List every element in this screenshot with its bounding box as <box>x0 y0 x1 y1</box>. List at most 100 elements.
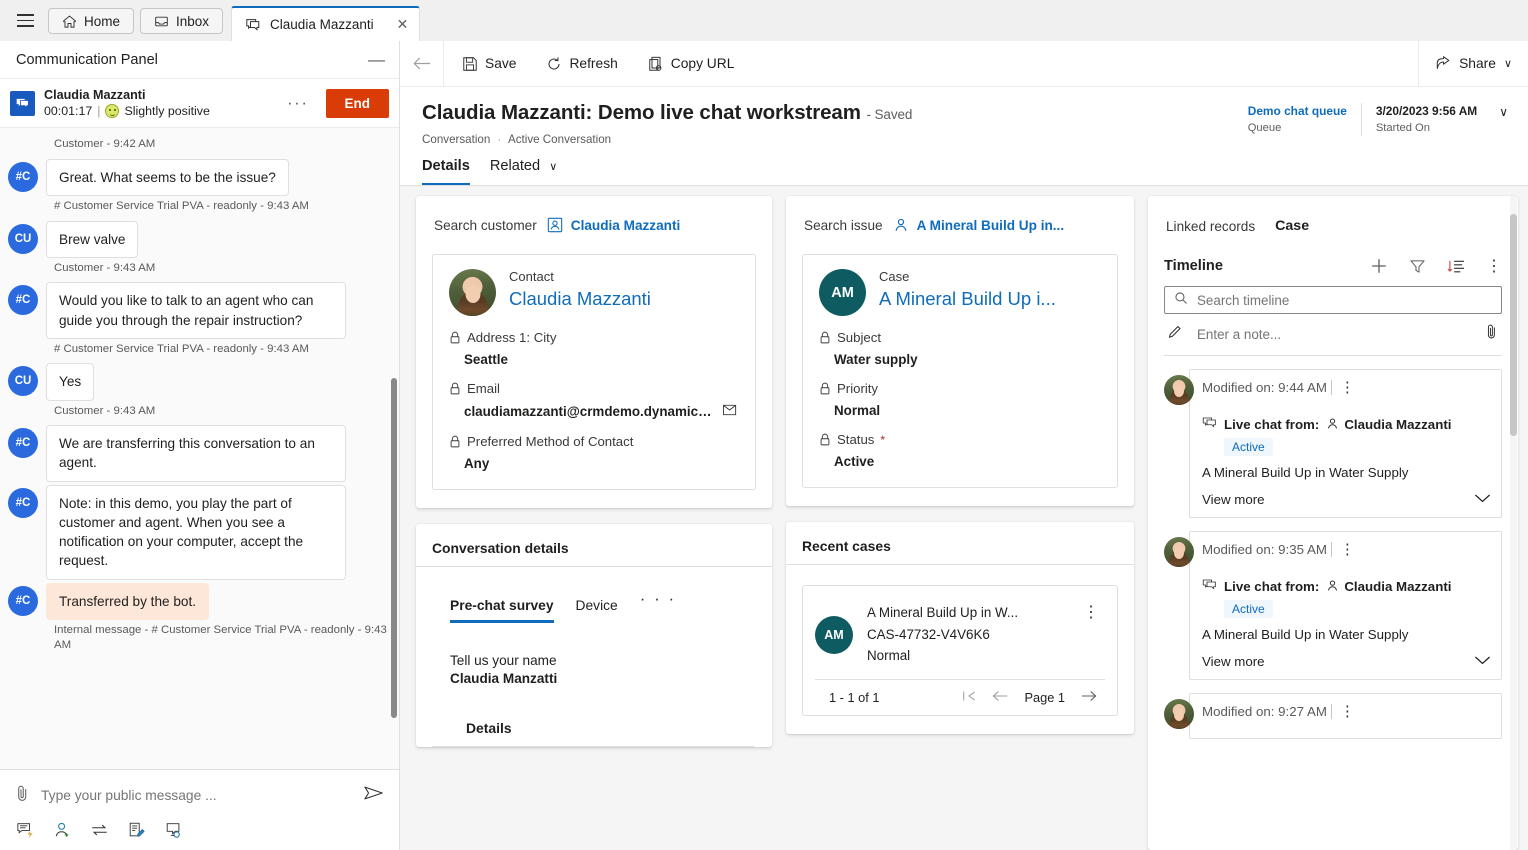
record-header-fields: Demo chat queue Queue 3/20/2023 9:56 AM … <box>1234 101 1528 146</box>
message-input[interactable] <box>41 788 353 803</box>
field-value-preferred-contact: Any <box>449 456 739 471</box>
quick-reply-icon[interactable] <box>16 821 35 839</box>
avatar: #C <box>8 487 38 518</box>
timeline-item-more-icon[interactable]: ⋮ <box>1332 540 1363 558</box>
hamburger-menu-icon[interactable] <box>8 0 42 41</box>
recent-cases-pager: 1 - 1 of 1 Page 1 <box>815 679 1105 705</box>
conversation-more-icon[interactable]: ··· <box>279 93 316 113</box>
composer-row <box>0 770 399 821</box>
timeline-item[interactable]: Modified on: 9:27 AM ⋮ <box>1164 693 1502 739</box>
timeline-item[interactable]: Modified on: 9:35 AM ⋮ Live chat from: Clau… <box>1164 531 1502 680</box>
message-bubble: Great. What seems to be the issue? <box>46 158 289 197</box>
tab-device[interactable]: Device <box>576 598 618 623</box>
breadcrumb: Conversation · Active Conversation <box>422 133 1234 146</box>
consult-icon[interactable] <box>164 821 183 839</box>
tab-pre-chat-survey[interactable]: Pre-chat survey <box>450 598 554 623</box>
enter-note-input[interactable] <box>1197 327 1471 342</box>
copy-url-button[interactable]: Copy URL <box>636 50 747 78</box>
paperclip-icon[interactable] <box>1484 323 1499 346</box>
list-item[interactable]: AM A Mineral Build Up in W... CAS-47732-… <box>815 602 1105 667</box>
tab-inbox[interactable]: Inbox <box>140 8 224 34</box>
linked-records-value[interactable]: Case <box>1275 218 1309 234</box>
timeline-item-contact[interactable]: Claudia Mazzanti <box>1326 417 1451 433</box>
timeline-search[interactable] <box>1164 286 1502 314</box>
linked-records-row: Linked records Case <box>1148 196 1518 234</box>
timeline-item-source-label: Live chat from: <box>1224 579 1320 594</box>
sort-icon[interactable] <box>1447 258 1465 275</box>
lock-icon <box>819 382 831 395</box>
page-label: Page 1 <box>1024 690 1065 706</box>
prev-page-icon[interactable] <box>992 690 1008 705</box>
message-bubble: Yes <box>46 363 95 401</box>
paperclip-icon[interactable] <box>14 784 31 808</box>
chat-message: #C Great. What seems to be the issue? <box>8 158 387 197</box>
survey-question: Tell us your name <box>450 653 557 668</box>
conversation-customer-name: Claudia Mazzanti <box>44 88 146 102</box>
chat-scrollbar-thumb[interactable] <box>391 378 397 719</box>
share-button[interactable]: Share <box>1435 55 1496 72</box>
field-value-status: Active <box>819 454 1101 469</box>
share-chevron-down-icon[interactable]: ∨ <box>1504 57 1512 70</box>
send-icon[interactable] <box>363 783 385 808</box>
timeline-item-view-more[interactable]: View more <box>1202 492 1491 507</box>
filter-icon[interactable] <box>1409 258 1426 275</box>
avatar <box>1164 537 1194 567</box>
next-page-icon[interactable] <box>1081 690 1097 705</box>
timeline-item-contact[interactable]: Claudia Mazzanti <box>1326 579 1451 595</box>
recent-case-more-icon[interactable]: ⋮ <box>1077 602 1105 622</box>
search-customer-value[interactable]: Claudia Mazzanti <box>547 217 680 233</box>
timeline-item-more-icon[interactable]: ⋮ <box>1332 378 1363 396</box>
notes-icon[interactable] <box>127 821 146 839</box>
refresh-button[interactable]: Refresh <box>534 50 629 78</box>
back-arrow-icon[interactable] <box>400 40 444 87</box>
save-button[interactable]: Save <box>450 50 528 78</box>
timeline-actions: ⋮ <box>1370 256 1502 276</box>
contact-entity-name[interactable]: Claudia Mazzanti <box>509 287 651 312</box>
message-bubble: Note: in this demo, you play the part of… <box>46 484 346 580</box>
record-tabs: Details Related ∨ <box>400 146 1528 186</box>
email-icon[interactable] <box>722 403 739 420</box>
tab-details[interactable]: Details <box>422 158 470 185</box>
timeline-scrollbar-thumb[interactable] <box>1510 214 1517 436</box>
recent-case-title[interactable]: A Mineral Build Up in W... <box>867 602 1063 624</box>
tab-claudia-mazzanti-label: Claudia Mazzanti <box>270 17 374 32</box>
minimize-icon[interactable]: — <box>368 51 385 68</box>
chat-message: #C Note: in this demo, you play the part … <box>8 484 387 580</box>
tab-related[interactable]: Related ∨ <box>490 158 557 185</box>
timeline-more-icon[interactable]: ⋮ <box>1486 256 1502 276</box>
timeline-item-more-icon[interactable]: ⋮ <box>1332 702 1363 720</box>
timeline-item-modified: Modified on: 9:44 AM <box>1202 379 1332 395</box>
header-chevron-down-icon[interactable]: ∨ <box>1491 103 1510 119</box>
field-value-priority-text: Normal <box>834 403 881 418</box>
inbox-icon <box>154 14 169 29</box>
conversation-chat-icon <box>10 90 35 116</box>
lock-icon <box>819 331 831 344</box>
add-icon[interactable] <box>1370 257 1388 275</box>
end-conversation-button[interactable]: End <box>325 88 389 118</box>
field-label-preferred-contact-text: Preferred Method of Contact <box>467 434 634 449</box>
breadcrumb-entity[interactable]: Conversation <box>422 133 490 146</box>
field-label-address-city: Address 1: City <box>449 330 739 345</box>
tab-claudia-mazzanti[interactable]: Claudia Mazzanti ✕ <box>231 6 421 41</box>
tab-home[interactable]: Home <box>48 8 135 34</box>
header-queue-value[interactable]: Demo chat queue <box>1248 103 1347 119</box>
add-agent-icon[interactable] <box>53 821 72 839</box>
tab-home-label: Home <box>84 13 121 29</box>
breadcrumb-view[interactable]: Active Conversation <box>508 133 611 146</box>
search-timeline-input[interactable] <box>1197 292 1492 308</box>
case-entity-meta: Case A Mineral Build Up i... <box>879 269 1056 312</box>
case-entity-name[interactable]: A Mineral Build Up i... <box>879 287 1056 312</box>
timeline-item-view-more[interactable]: View more <box>1202 654 1491 669</box>
search-issue-label: Search issue <box>804 217 883 233</box>
transfer-icon[interactable] <box>90 821 109 839</box>
first-page-icon[interactable] <box>962 690 976 705</box>
view-more-label: View more <box>1202 492 1265 507</box>
conversation-details-more-icon[interactable]: · · · <box>640 589 676 623</box>
person-icon <box>1326 579 1339 595</box>
command-bar: Save Refresh Copy URL Share ∨ <box>400 40 1528 87</box>
search-issue-value[interactable]: A Mineral Build Up in... <box>893 217 1064 233</box>
conversation-meta: Claudia Mazzanti 00:01:17 | Slightly pos… <box>44 87 270 119</box>
timeline-item[interactable]: Modified on: 9:44 AM ⋮ Live chat from: Clau… <box>1164 369 1502 518</box>
close-icon[interactable]: ✕ <box>397 16 409 33</box>
top-tab-strip: Home Inbox Claudia Mazzanti ✕ <box>0 0 1528 41</box>
